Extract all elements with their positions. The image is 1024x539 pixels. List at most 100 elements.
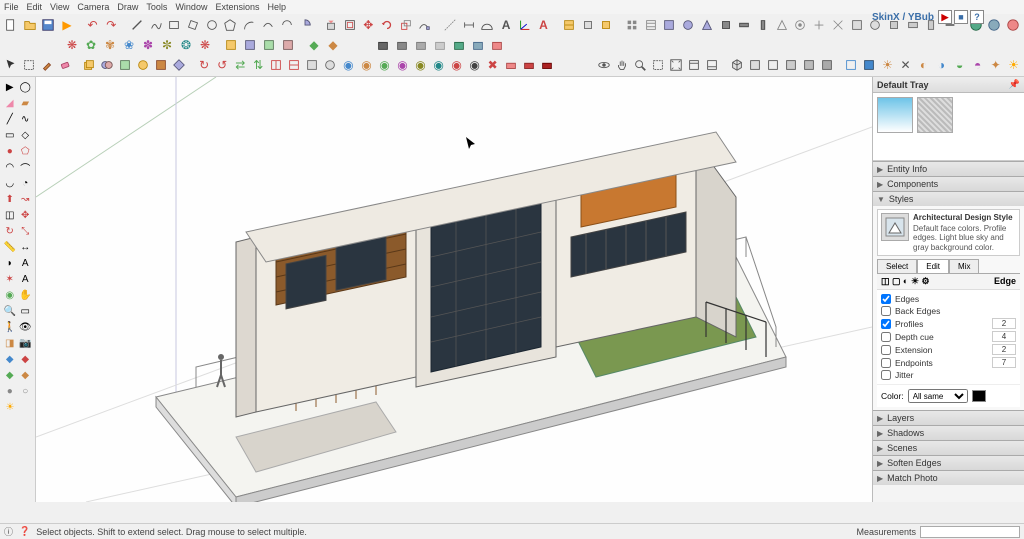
chk-edges[interactable] — [881, 294, 891, 304]
axes-icon[interactable] — [516, 16, 534, 34]
ext11-icon[interactable] — [810, 16, 828, 34]
section-cut-icon[interactable] — [598, 16, 616, 34]
ext13-icon[interactable] — [848, 16, 866, 34]
chk-profiles[interactable] — [881, 319, 891, 329]
plg11-icon[interactable] — [260, 36, 278, 54]
thumb-sky[interactable] — [877, 97, 913, 133]
panel-soften[interactable]: ▶Soften Edges — [873, 456, 1024, 470]
tab-select[interactable]: Select — [877, 259, 917, 273]
color-mode-select[interactable]: All same — [908, 389, 968, 403]
lt-rect-icon[interactable]: ▭ — [2, 127, 18, 143]
rotated-rect-icon[interactable] — [184, 16, 202, 34]
menu-camera[interactable]: Camera — [77, 2, 109, 12]
ext3-icon[interactable] — [661, 16, 679, 34]
rotate-icon[interactable] — [378, 16, 396, 34]
3dtext-icon[interactable]: A — [535, 16, 553, 34]
stop-icon[interactable]: ■ — [954, 10, 968, 24]
style-preview-icon[interactable] — [881, 213, 909, 241]
plg18-icon[interactable] — [431, 36, 449, 54]
menu-view[interactable]: View — [50, 2, 69, 12]
lt-select-icon[interactable]: ▶ — [2, 79, 18, 95]
t3d-icon[interactable]: ⇅ — [250, 56, 267, 74]
lt-3dt-icon[interactable]: A — [18, 271, 34, 287]
lt-poly-icon[interactable]: ⬠ — [18, 143, 34, 159]
panel-components[interactable]: ▶Components — [873, 177, 1024, 191]
plg1-icon[interactable]: ❋ — [63, 36, 81, 54]
solid6-icon[interactable] — [171, 56, 188, 74]
orbit-icon[interactable] — [595, 56, 612, 74]
menu-extensions[interactable]: Extensions — [215, 2, 259, 12]
lt-rrect-icon[interactable]: ◇ — [18, 127, 34, 143]
sty7-icon[interactable]: ◒ — [951, 56, 968, 74]
ext4-icon[interactable] — [679, 16, 697, 34]
paint-icon[interactable] — [38, 56, 55, 74]
ext6-icon[interactable] — [717, 16, 735, 34]
panel-match[interactable]: ▶Match Photo — [873, 471, 1024, 485]
lt-pos-icon[interactable]: 📷 — [18, 335, 34, 351]
sty1-icon[interactable] — [843, 56, 860, 74]
sty3-icon[interactable]: ☀ — [879, 56, 896, 74]
t3n-icon[interactable]: ◉ — [430, 56, 447, 74]
lt-prot-icon[interactable]: ◗ — [2, 255, 18, 271]
plg12-icon[interactable] — [279, 36, 297, 54]
lt-ext7-icon[interactable]: ☀ — [2, 399, 18, 415]
lt-scale-icon[interactable]: ⤡ — [18, 223, 34, 239]
t3l-icon[interactable]: ◉ — [394, 56, 411, 74]
sun-icon[interactable]: ☀ — [1005, 56, 1022, 74]
help-icon[interactable]: ❓ — [19, 526, 30, 537]
sty4-icon[interactable]: ✕ — [897, 56, 914, 74]
lt-axes-icon[interactable]: ✶ — [2, 271, 18, 287]
freehand-icon[interactable] — [147, 16, 165, 34]
lt-free-icon[interactable]: ∿ — [18, 111, 34, 127]
lt-pan-icon[interactable]: ✋ — [18, 287, 34, 303]
info-icon[interactable]: ⓘ — [4, 525, 13, 538]
tape-icon[interactable] — [441, 16, 459, 34]
lt-paint-icon[interactable]: ▰ — [18, 95, 34, 111]
plg3-icon[interactable]: ✾ — [101, 36, 119, 54]
arc-icon[interactable] — [240, 16, 258, 34]
plg10-icon[interactable] — [241, 36, 259, 54]
plg19-icon[interactable] — [450, 36, 468, 54]
menu-edit[interactable]: Edit — [27, 2, 43, 12]
tab-mix[interactable]: Mix — [949, 259, 979, 273]
panel-styles[interactable]: ▼Styles — [873, 192, 1024, 206]
ext-icon[interactable] — [623, 16, 641, 34]
lt-rotate-icon[interactable]: ↻ — [2, 223, 18, 239]
menu-help[interactable]: Help — [267, 2, 286, 12]
lt-ext6-icon[interactable]: ○ — [18, 383, 34, 399]
new-icon[interactable] — [2, 16, 20, 34]
undo-icon[interactable]: ↶ — [84, 16, 102, 34]
plg6-icon[interactable]: ✼ — [158, 36, 176, 54]
move-icon[interactable]: ✥ — [359, 16, 377, 34]
sty5-icon[interactable]: ◐ — [915, 56, 932, 74]
globe-icon[interactable]: ? — [970, 10, 984, 24]
menu-draw[interactable]: Draw — [117, 2, 138, 12]
ext5-icon[interactable] — [698, 16, 716, 34]
t3r-icon[interactable] — [502, 56, 519, 74]
plg8-icon[interactable]: ❋ — [196, 36, 214, 54]
lt-ext1-icon[interactable]: ◆ — [2, 351, 18, 367]
plg21-icon[interactable] — [488, 36, 506, 54]
color-swatch[interactable] — [972, 390, 986, 402]
menu-tools[interactable]: Tools — [146, 2, 167, 12]
solid5-icon[interactable] — [153, 56, 170, 74]
lt-ext2-icon[interactable]: ◆ — [18, 351, 34, 367]
ext2-icon[interactable] — [642, 16, 660, 34]
t3o-icon[interactable]: ◉ — [448, 56, 465, 74]
text-icon[interactable]: A — [497, 16, 515, 34]
lt-text-icon[interactable]: A — [18, 255, 34, 271]
zoomext-icon[interactable] — [667, 56, 684, 74]
chk-end[interactable] — [881, 358, 891, 368]
lt-circle-icon[interactable]: ● — [2, 143, 18, 159]
lt-arc2-icon[interactable]: ⌒ — [18, 159, 34, 175]
panel-layers[interactable]: ▶Layers — [873, 411, 1024, 425]
sty9-icon[interactable]: ✦ — [987, 56, 1004, 74]
lt-tape-icon[interactable]: 📏 — [2, 239, 18, 255]
lt-arc3-icon[interactable]: ◡ — [2, 175, 18, 191]
t3h-icon[interactable] — [322, 56, 339, 74]
solid3-icon[interactable] — [117, 56, 134, 74]
open-icon[interactable] — [21, 16, 39, 34]
pushpull-icon[interactable] — [322, 16, 340, 34]
rect-icon[interactable] — [165, 16, 183, 34]
pan-icon[interactable] — [613, 56, 630, 74]
